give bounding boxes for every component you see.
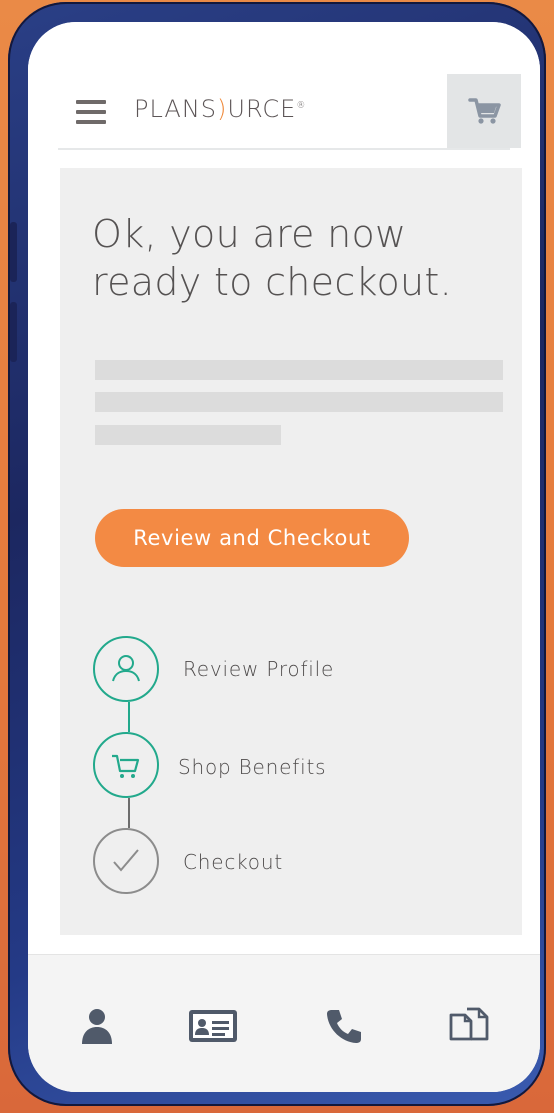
user-icon <box>112 655 140 682</box>
step-connector <box>128 798 130 828</box>
phone-frame: PLANS)URCE® Ok, you are now ready to che… <box>8 2 546 1106</box>
text-placeholder-line <box>95 392 503 412</box>
step-checkout[interactable] <box>93 828 159 894</box>
phone-screen: PLANS)URCE® Ok, you are now ready to che… <box>28 22 540 1092</box>
step-shop-benefits[interactable] <box>93 732 159 798</box>
cart-icon <box>112 754 140 778</box>
hamburger-icon[interactable] <box>76 100 106 124</box>
step-connector <box>128 702 130 732</box>
step-review-profile[interactable] <box>93 636 159 702</box>
step-label: Shop Benefits <box>178 755 327 779</box>
documents-icon <box>449 1007 489 1041</box>
tab-id-card[interactable] <box>188 1003 238 1049</box>
user-icon <box>82 1009 112 1044</box>
step-label: Checkout <box>183 850 283 874</box>
cart-icon <box>468 98 501 124</box>
phone-icon <box>327 1010 361 1043</box>
cart-button[interactable] <box>447 74 521 148</box>
page-title: Ok, you are now ready to checkout. <box>92 212 452 304</box>
text-placeholder-line <box>95 425 281 445</box>
checkmark-icon <box>113 849 139 872</box>
plansource-logo: PLANS)URCE® <box>134 95 307 123</box>
checkout-panel: Ok, you are now ready to checkout. Revie… <box>60 168 522 935</box>
progress-steps: Review Profile Shop Benefits Checkout <box>93 636 493 896</box>
volume-down-button <box>10 302 17 362</box>
tab-documents[interactable] <box>444 1003 494 1049</box>
step-label: Review Profile <box>183 657 335 681</box>
text-placeholder-line <box>95 360 503 380</box>
bottom-tab-bar <box>28 954 540 1092</box>
app-header: PLANS)URCE® <box>28 22 540 150</box>
review-and-checkout-button[interactable]: Review and Checkout <box>95 509 409 567</box>
volume-up-button <box>10 222 17 282</box>
header-divider <box>58 148 510 150</box>
tab-profile[interactable] <box>72 1003 122 1049</box>
tab-phone[interactable] <box>318 1003 368 1049</box>
id-card-icon <box>189 1010 237 1042</box>
